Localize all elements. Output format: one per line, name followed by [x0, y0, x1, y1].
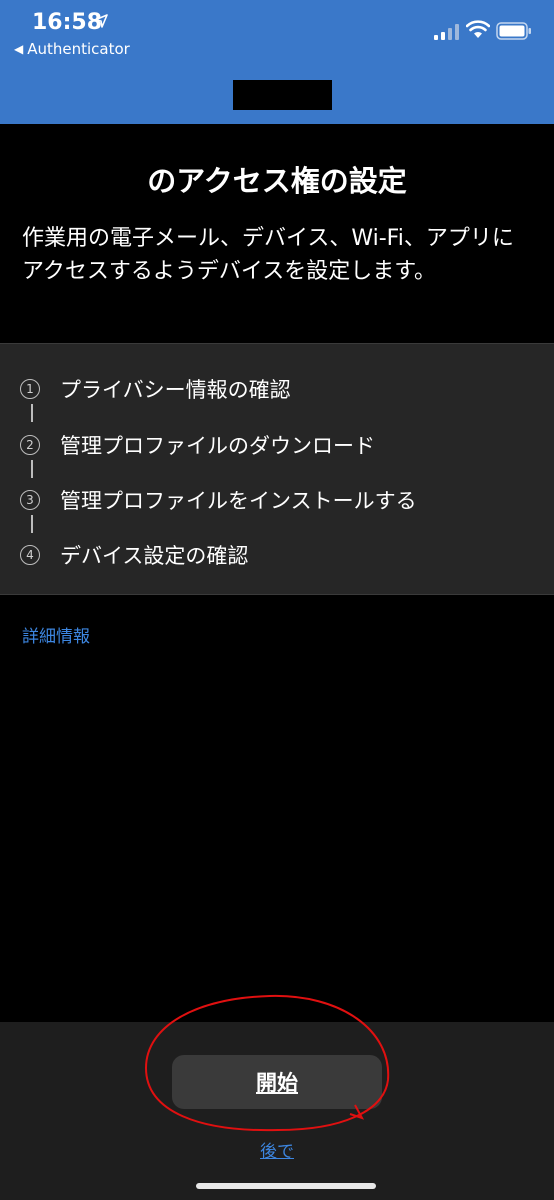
later-link[interactable]: 後で: [0, 1137, 554, 1162]
step-connector: [31, 404, 33, 422]
step-number-badge: 2: [20, 435, 40, 455]
wifi-icon: [466, 20, 490, 38]
description-text: 作業用の電子メール、デバイス、Wi-Fi、アプリにアクセスするようデバイスを設定…: [22, 226, 514, 284]
back-triangle-icon: ◀: [14, 42, 24, 56]
step-number-badge: 1: [20, 379, 40, 399]
redacted-organization-name: [233, 80, 332, 110]
page-title: のアクセス権の設定: [147, 164, 407, 198]
step-label: 管理プロファイルのダウンロード: [60, 434, 375, 458]
step-label: 管理プロファイルをインストールする: [60, 489, 417, 513]
cellular-signal-icon: [434, 24, 459, 40]
back-app-label: Authenticator: [27, 40, 130, 58]
step-label: デバイス設定の確認: [60, 544, 249, 568]
steps-panel: 1 プライバシー情報の確認 2 管理プロファイルのダウンロード 3 管理プロファ…: [0, 343, 554, 595]
step-label: プライバシー情報の確認: [60, 378, 291, 402]
top-bar: 16:58 ◀ Authenticator: [0, 0, 554, 124]
more-info-link[interactable]: 詳細情報: [22, 622, 90, 647]
step-number-badge: 3: [20, 490, 40, 510]
back-to-app-button[interactable]: ◀ Authenticator: [14, 40, 130, 58]
step-2: 2 管理プロファイルのダウンロード: [20, 430, 375, 460]
battery-icon: [496, 22, 531, 40]
start-button[interactable]: 開始: [172, 1055, 382, 1109]
step-connector: [31, 460, 33, 478]
step-1: 1 プライバシー情報の確認: [20, 374, 291, 404]
step-3: 3 管理プロファイルをインストールする: [20, 485, 417, 515]
status-time: 16:58: [32, 10, 103, 35]
footer-panel: [0, 1022, 554, 1200]
step-4: 4 デバイス設定の確認: [20, 540, 248, 570]
location-arrow-icon: [94, 14, 108, 28]
step-connector: [31, 515, 33, 533]
home-indicator: [196, 1183, 376, 1189]
step-number-badge: 4: [20, 545, 40, 565]
